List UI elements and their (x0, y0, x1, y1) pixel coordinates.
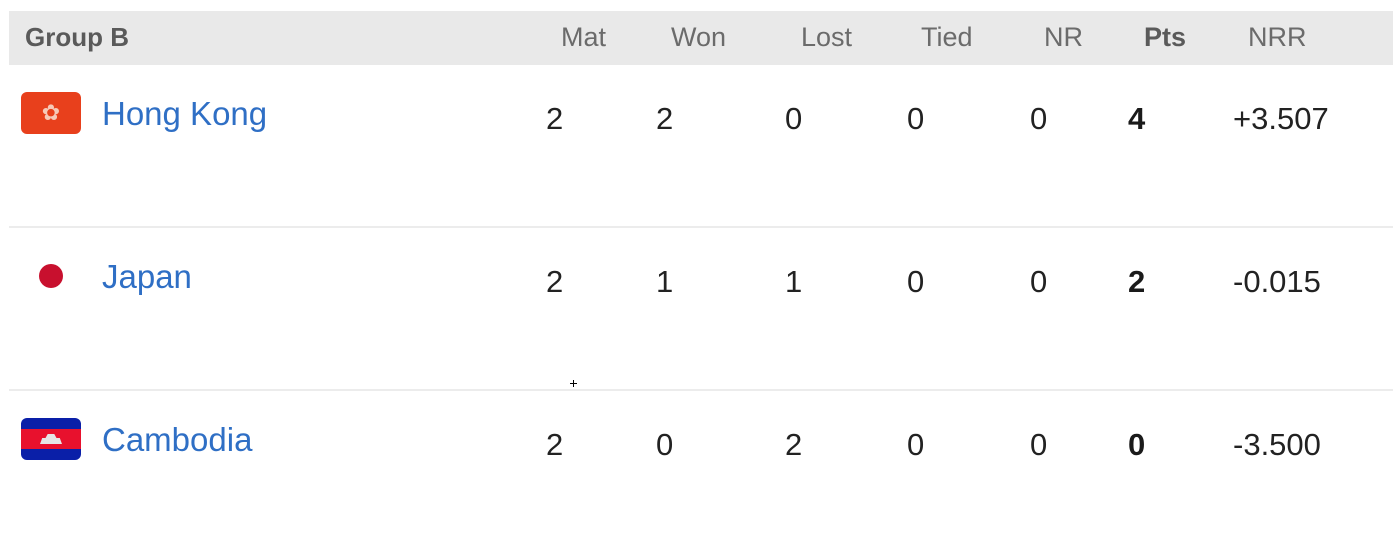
cell-tied: 0 (907, 427, 925, 462)
column-header-pts: Pts (1144, 22, 1187, 52)
cell-nr: 0 (1030, 427, 1048, 462)
cell-mat: 2 (546, 101, 564, 136)
cell-lost: 1 (785, 264, 803, 299)
cell-won: 1 (656, 264, 674, 299)
column-header-won: Won (671, 22, 727, 52)
cell-lost: 0 (785, 101, 803, 136)
cell-nr: 0 (1030, 264, 1048, 299)
column-header-mat: Mat (561, 22, 607, 52)
table-header: Group B Mat Won Lost Tied NR Pts NRR (9, 11, 1393, 65)
japan-flag-icon (21, 255, 81, 297)
mouse-cursor-icon (570, 380, 577, 387)
cell-mat: 2 (546, 427, 564, 462)
cambodia-flag-icon (21, 418, 81, 460)
table-row: Japan 2 1 1 0 0 2 -0.015 (9, 228, 1393, 391)
column-header-nrr: NRR (1248, 22, 1307, 52)
cell-won: 2 (656, 101, 674, 136)
cell-mat: 2 (546, 264, 564, 299)
cell-pts: 2 (1128, 264, 1146, 299)
cell-nrr: +3.507 (1233, 101, 1329, 136)
cell-nr: 0 (1030, 101, 1048, 136)
team-link[interactable]: Hong Kong (102, 95, 267, 133)
team-link[interactable]: Japan (102, 258, 192, 296)
cell-pts: 4 (1128, 101, 1146, 136)
standings-table: Group B Mat Won Lost Tied NR Pts NRR ✿ H… (9, 11, 1393, 552)
group-title: Group B (25, 22, 129, 52)
team-link[interactable]: Cambodia (102, 421, 252, 459)
table-row: ✿ Hong Kong 2 2 0 0 0 4 +3.507 (9, 65, 1393, 228)
cell-nrr: -3.500 (1233, 427, 1321, 462)
cell-pts: 0 (1128, 427, 1146, 462)
cell-tied: 0 (907, 264, 925, 299)
cell-nrr: -0.015 (1233, 264, 1321, 299)
table-row: Cambodia 2 0 2 0 0 0 -3.500 (9, 391, 1393, 552)
cell-tied: 0 (907, 101, 925, 136)
column-header-nr: NR (1044, 22, 1083, 52)
cell-won: 0 (656, 427, 674, 462)
column-header-tied: Tied (921, 22, 973, 52)
hong-kong-flag-icon: ✿ (21, 92, 81, 134)
cell-lost: 2 (785, 427, 803, 462)
column-header-lost: Lost (801, 22, 853, 52)
